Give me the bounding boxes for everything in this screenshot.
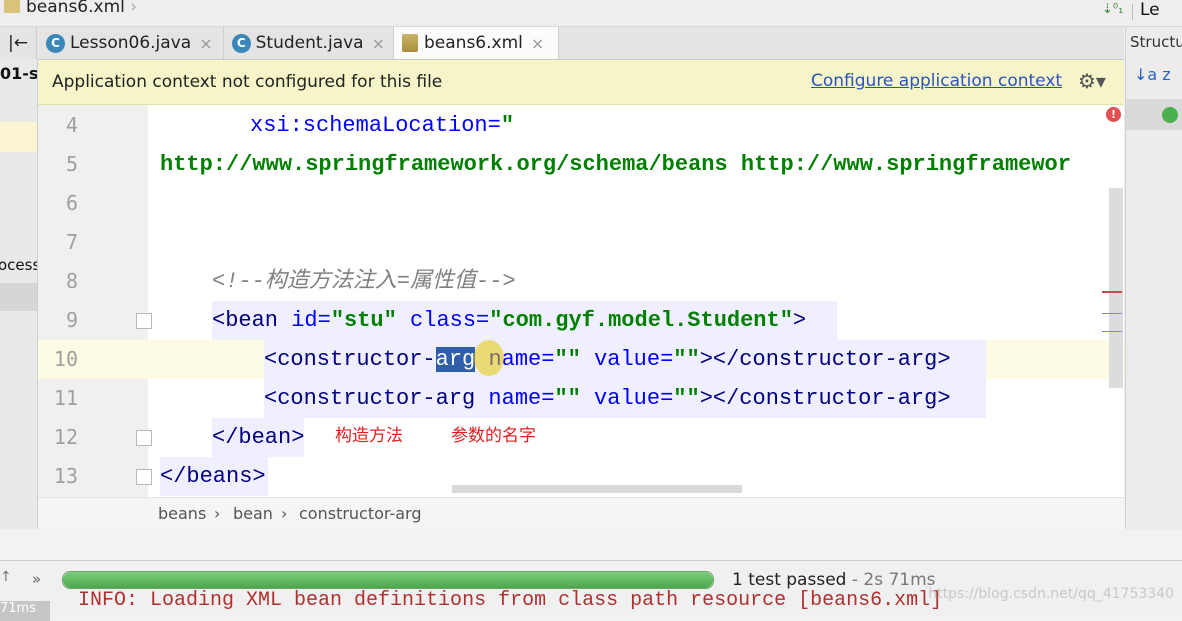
code-line-13: </beans> <box>160 464 266 489</box>
error-marker-icon[interactable]: ! <box>1106 107 1121 122</box>
gear-icon[interactable]: ⚙▾ <box>1078 69 1106 93</box>
tab-student[interactable]: C Student.java × <box>224 27 394 59</box>
divider <box>1132 4 1133 20</box>
close-icon[interactable]: × <box>372 34 385 53</box>
line-number: 4 <box>65 113 78 137</box>
xml-file-icon <box>4 0 20 13</box>
fold-icon[interactable] <box>136 313 152 329</box>
close-icon[interactable]: × <box>531 34 544 53</box>
breadcrumb: beans › bean › constructor-arg <box>38 497 1124 529</box>
highlight-row <box>0 122 37 152</box>
line-number: 10 <box>53 347 78 371</box>
tab-lesson06[interactable]: C Lesson06.java × <box>38 27 224 59</box>
collapse-panel-icon[interactable]: |← <box>0 27 37 59</box>
test-status: 1 test passed - 2s 71ms <box>732 570 936 590</box>
code-line-4: xsi:schemaLocation=" <box>250 113 515 138</box>
line-number: 8 <box>65 269 78 293</box>
fold-icon[interactable] <box>136 430 152 446</box>
horizontal-scrollbar[interactable] <box>452 485 742 493</box>
breadcrumb-bean[interactable]: bean <box>233 504 273 523</box>
context-notification: Application context not configured for t… <box>38 60 1124 105</box>
line-number: 9 <box>65 308 78 332</box>
close-icon[interactable]: × <box>199 34 212 53</box>
watermark: https://blog.csdn.net/qq_41753340 <box>928 586 1174 602</box>
xml-file-icon <box>402 34 418 52</box>
code-line-9: <bean id="stu" class="com.gyf.model.Stud… <box>212 308 807 333</box>
tab-beans6[interactable]: beans6.xml × <box>394 27 559 59</box>
line-number: 13 <box>53 464 78 488</box>
process-fragment[interactable]: ocess <box>0 256 37 274</box>
toolbar-right: ⇣⁰₁ Le <box>1102 0 1182 26</box>
selected-text: arg <box>435 347 476 372</box>
breadcrumb-constructor-arg[interactable]: constructor-arg <box>299 504 422 523</box>
selected-row[interactable] <box>0 283 37 311</box>
line-number: 12 <box>53 425 78 449</box>
code-line-8: <!--构造方法注入=属性值--> <box>212 269 516 294</box>
progress-fill <box>63 572 713 588</box>
code-line-11: <constructor-arg name="" value=""></cons… <box>264 386 951 411</box>
project-name-fragment[interactable]: 01-s <box>0 64 37 83</box>
breadcrumb-beans[interactable]: beans <box>158 504 206 523</box>
right-tab-fragment[interactable]: Le <box>1140 0 1160 20</box>
test-progress-bar <box>62 571 714 589</box>
line-number: 7 <box>65 230 78 254</box>
info-stripe[interactable] <box>1102 313 1122 314</box>
notification-message: Application context not configured for t… <box>52 72 443 92</box>
editor-tabs: |← C Lesson06.java × C Student.java × be… <box>0 27 1124 60</box>
configure-context-link[interactable]: Configure application context <box>811 71 1062 91</box>
up-arrow-icon[interactable]: ↑ <box>0 569 12 585</box>
line-number: 11 <box>53 386 78 410</box>
project-panel: 01-s ocess <box>0 59 38 529</box>
code-line-12: </bean> <box>212 425 305 450</box>
structure-title: Structu <box>1130 33 1182 51</box>
navigation-bar: beans6.xml › ⇣⁰₁ Le <box>0 0 1182 27</box>
cursor-highlight <box>474 340 504 376</box>
line-number: 5 <box>65 152 78 176</box>
java-class-icon: C <box>232 33 251 53</box>
vertical-scrollbar[interactable] <box>1109 188 1123 388</box>
breadcrumb-sep: › <box>281 504 288 523</box>
sort-icon[interactable]: ⇣⁰₁ <box>1102 2 1123 17</box>
line-number: 6 <box>65 191 78 215</box>
annotation-param-name: 参数的名字 <box>451 426 536 446</box>
elapsed-badge: 71ms <box>0 601 50 621</box>
error-stripe[interactable] <box>1102 291 1122 293</box>
chevron-icon[interactable]: » <box>32 570 41 588</box>
breadcrumb-sep: › <box>214 504 221 523</box>
structure-panel: Structu ↓a z <box>1125 27 1182 529</box>
nav-file-crumb[interactable]: beans6.xml › <box>4 0 137 17</box>
status-ok-icon <box>1162 107 1178 123</box>
code-line-5: http://www.springframework.org/schema/be… <box>160 152 1071 177</box>
fold-icon[interactable] <box>136 469 152 485</box>
sort-alpha-icon[interactable]: ↓a z <box>1134 65 1171 84</box>
console-output: INFO: Loading XML bean definitions from … <box>78 589 943 612</box>
code-line-10: <constructor-arg name="" value=""></cons… <box>264 347 951 372</box>
code-editor[interactable]: 4 5 6 7 8 9 10 11 12 13 xsi:schemaLocati… <box>38 105 1124 497</box>
annotation-constructor: 构造方法 <box>335 426 403 446</box>
java-class-icon: C <box>46 33 65 53</box>
info-stripe[interactable] <box>1102 331 1122 332</box>
